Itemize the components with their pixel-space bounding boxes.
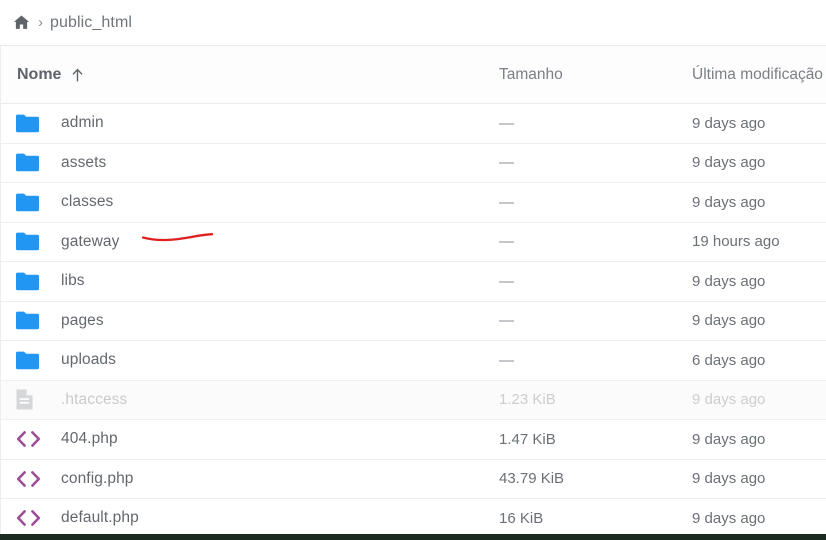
- cell-name: classes: [1, 189, 499, 215]
- file-name-label[interactable]: default.php: [61, 509, 139, 527]
- cell-modified: 9 days ago: [692, 430, 766, 448]
- cell-name: default.php: [1, 505, 499, 531]
- cell-size: —: [499, 312, 514, 330]
- table-row[interactable]: config.php 43.79 KiB 9 days ago: [1, 459, 826, 499]
- cell-size: —: [499, 154, 514, 172]
- cell-modified: 9 days ago: [692, 509, 766, 527]
- table-row[interactable]: admin — 9 days ago: [1, 104, 826, 144]
- bottom-bar: [0, 534, 826, 540]
- column-header-modified[interactable]: Última modificação: [692, 66, 826, 84]
- file-name-label[interactable]: libs: [61, 272, 85, 290]
- cell-modified: 6 days ago: [692, 351, 766, 369]
- cell-size: —: [499, 233, 514, 251]
- table-row[interactable]: default.php 16 KiB 9 days ago: [1, 499, 826, 539]
- cell-name: uploads: [1, 347, 499, 373]
- folder-icon: [15, 268, 47, 294]
- cell-modified: 9 days ago: [692, 391, 766, 409]
- cell-name: .htaccess: [1, 387, 499, 413]
- column-header-size[interactable]: Tamanho: [499, 66, 692, 84]
- file-list-table: Nome Tamanho Última modificação admin — 9 …: [0, 45, 826, 539]
- cell-modified: 9 days ago: [692, 114, 766, 132]
- cell-name: assets: [1, 150, 499, 176]
- table-row[interactable]: pages — 9 days ago: [1, 301, 826, 341]
- file-name-label[interactable]: gateway: [61, 233, 119, 251]
- file-name-label[interactable]: uploads: [61, 351, 116, 369]
- table-header-row: Nome Tamanho Última modificação: [1, 46, 826, 104]
- cell-size: —: [499, 114, 514, 132]
- folder-icon: [15, 347, 47, 373]
- file-rows: admin —9 days ago assets —9 days ago classes…: [1, 104, 826, 539]
- file-name-label[interactable]: assets: [61, 154, 106, 172]
- cell-name: libs: [1, 268, 499, 294]
- document-icon: [15, 387, 47, 413]
- code-file-icon: [15, 466, 47, 492]
- cell-size: —: [499, 193, 514, 211]
- cell-modified: 9 days ago: [692, 470, 766, 488]
- arrow-up-icon: [70, 67, 85, 83]
- cell-name: gateway: [1, 229, 499, 255]
- folder-icon: [15, 150, 47, 176]
- cell-name: 404.php: [1, 426, 499, 452]
- table-row[interactable]: .htaccess 1.23 KiB 9 days ago: [1, 380, 826, 420]
- cell-size: 43.79 KiB: [499, 470, 565, 488]
- column-header-name[interactable]: Nome: [1, 66, 499, 84]
- table-row[interactable]: assets — 9 days ago: [1, 143, 826, 183]
- table-row[interactable]: classes — 9 days ago: [1, 183, 826, 223]
- file-name-label[interactable]: config.php: [61, 470, 134, 488]
- breadcrumb-current[interactable]: public_html: [50, 14, 132, 32]
- cell-modified: 19 hours ago: [692, 233, 780, 251]
- table-row[interactable]: uploads — 6 days ago: [1, 341, 826, 381]
- file-name-label[interactable]: admin: [61, 114, 104, 132]
- column-header-name-label: Nome: [17, 65, 62, 83]
- code-file-icon: [15, 505, 47, 531]
- table-row[interactable]: 404.php 1.47 KiB 9 days ago: [1, 420, 826, 460]
- table-row[interactable]: libs — 9 days ago: [1, 262, 826, 302]
- cell-modified: 9 days ago: [692, 193, 766, 211]
- file-name-label[interactable]: classes: [61, 193, 113, 211]
- table-row[interactable]: gateway — 19 hours ago: [1, 222, 826, 262]
- file-name-label[interactable]: pages: [61, 312, 104, 330]
- cell-modified: 9 days ago: [692, 312, 766, 330]
- cell-modified: 9 days ago: [692, 272, 766, 290]
- file-name-label[interactable]: .htaccess: [61, 391, 127, 409]
- cell-size: —: [499, 272, 514, 290]
- breadcrumb-separator: ›: [38, 14, 43, 31]
- cell-name: admin: [1, 110, 499, 136]
- folder-icon: [15, 110, 47, 136]
- cell-size: 1.23 KiB: [499, 391, 556, 409]
- cell-name: pages: [1, 308, 499, 334]
- home-icon[interactable]: [8, 10, 34, 36]
- cell-size: —: [499, 351, 514, 369]
- folder-icon: [15, 189, 47, 215]
- breadcrumb: › public_html: [0, 0, 826, 45]
- cell-name: config.php: [1, 466, 499, 492]
- file-manager: › public_html Nome Tamanho Última modifi…: [0, 0, 826, 540]
- file-name-label[interactable]: 404.php: [61, 430, 118, 448]
- code-file-icon: [15, 426, 47, 452]
- cell-size: 1.47 KiB: [499, 430, 556, 448]
- folder-icon: [15, 308, 47, 334]
- cell-modified: 9 days ago: [692, 154, 766, 172]
- folder-icon: [15, 229, 47, 255]
- cell-size: 16 KiB: [499, 509, 544, 527]
